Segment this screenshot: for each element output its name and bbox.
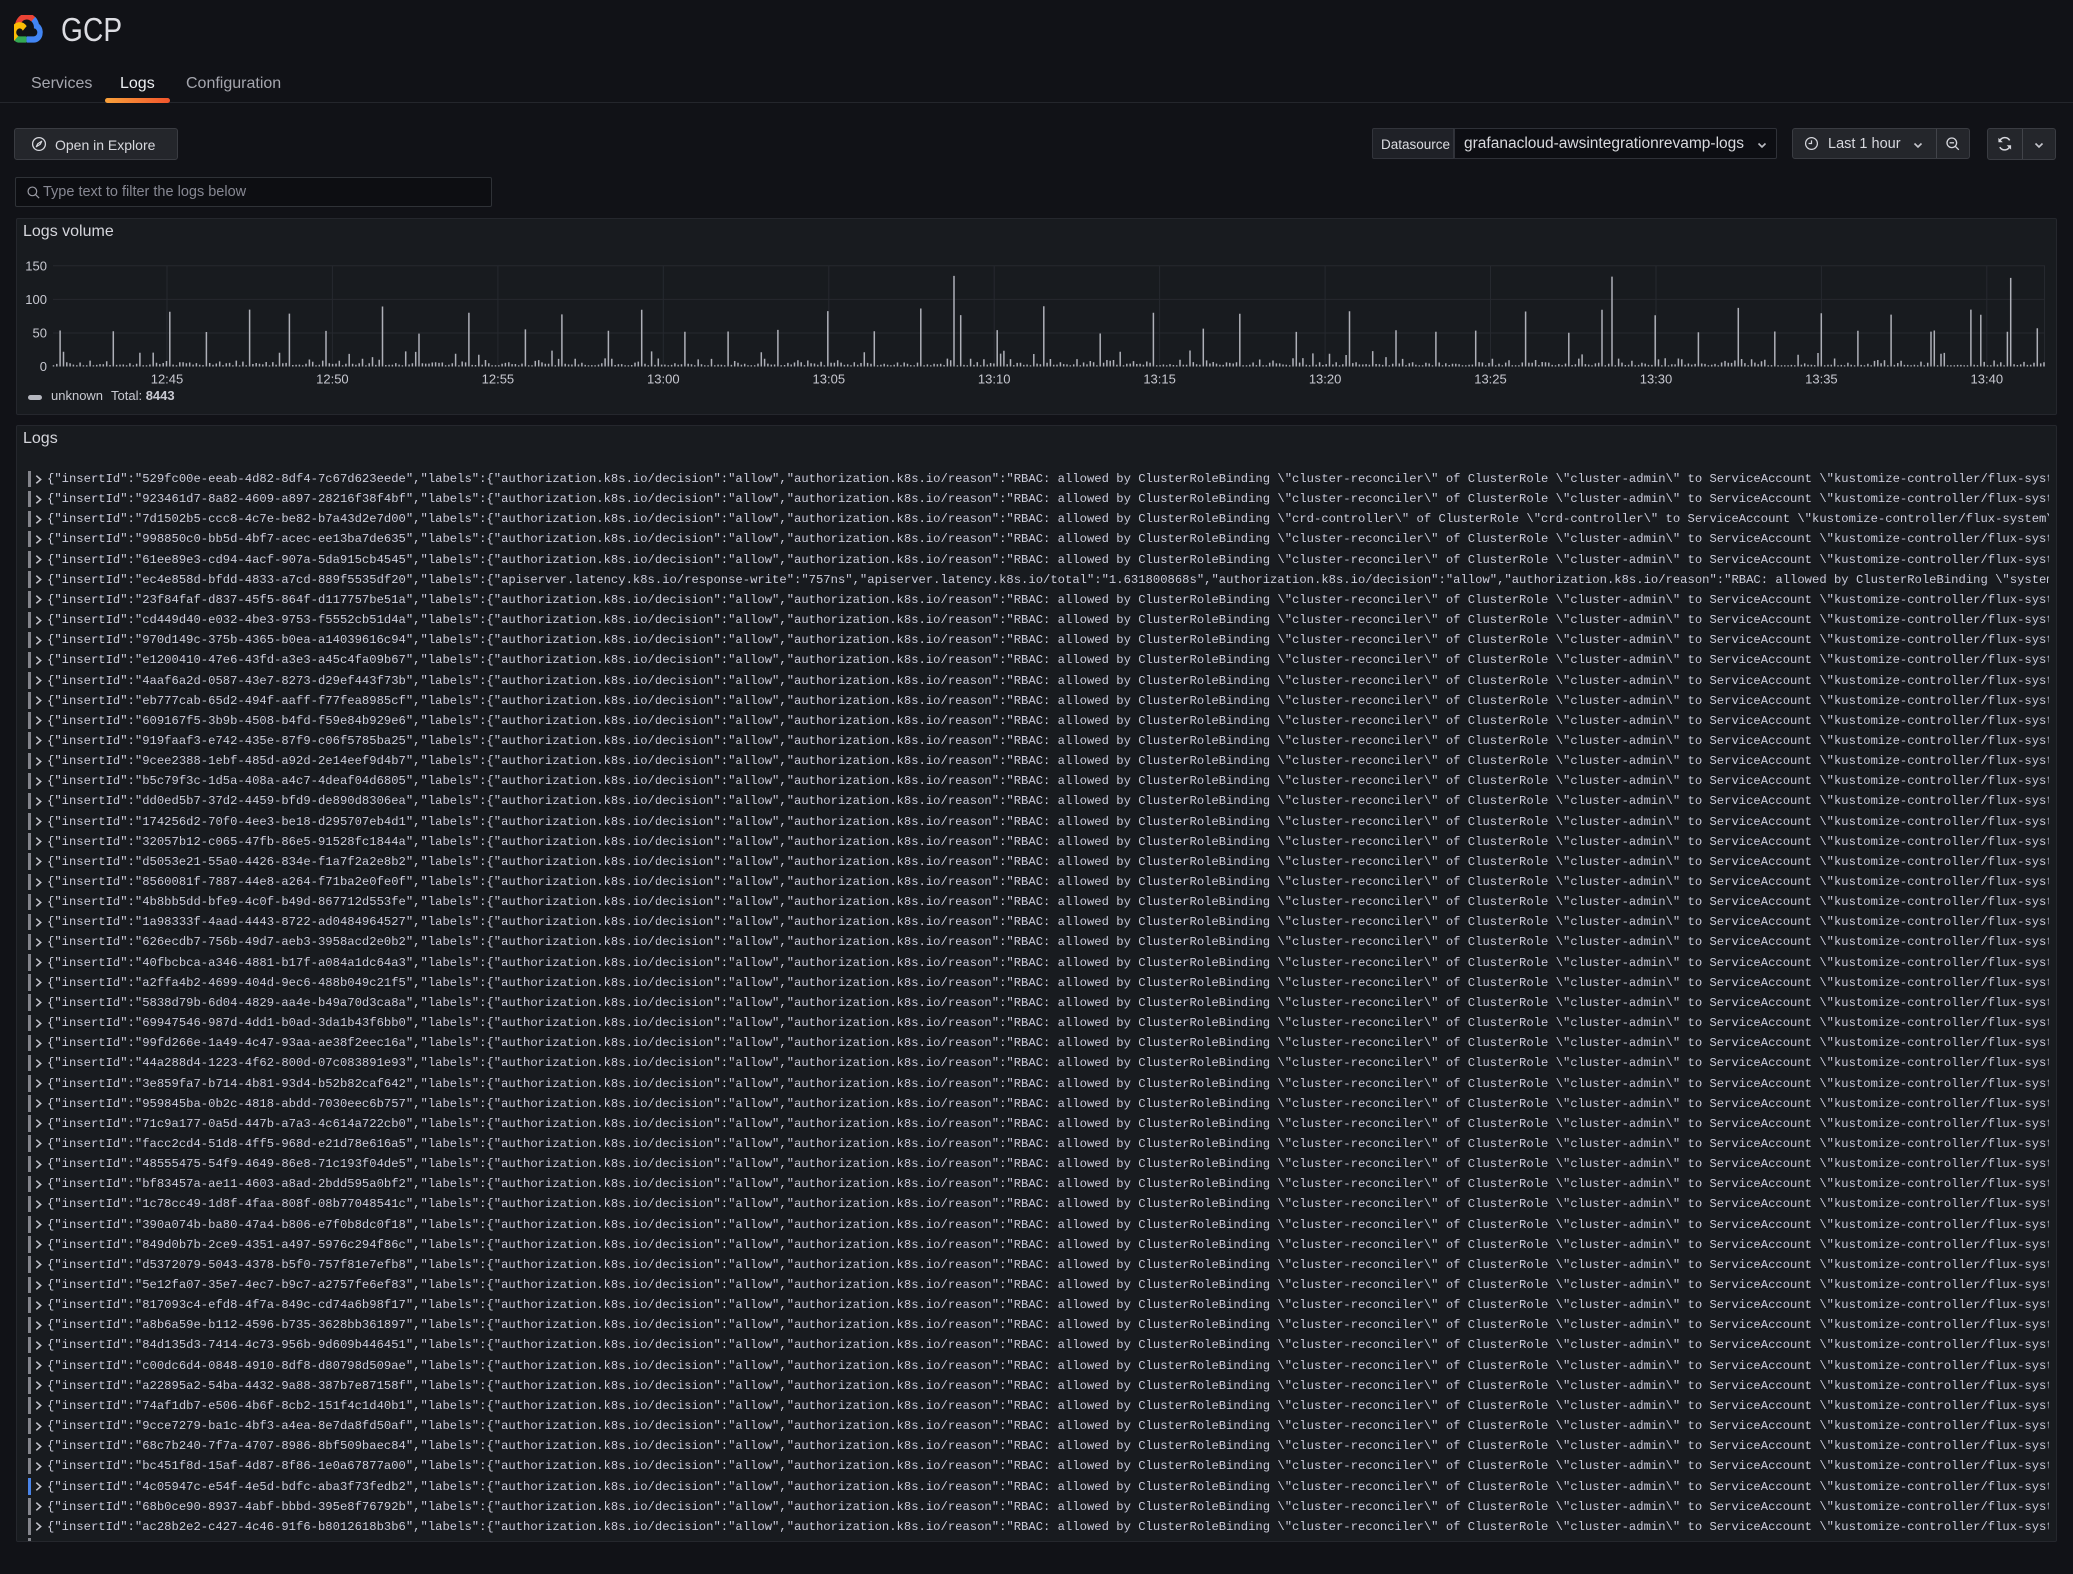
svg-text:13:20: 13:20 — [1309, 372, 1342, 387]
svg-text:13:10: 13:10 — [978, 372, 1011, 387]
svg-text:13:25: 13:25 — [1474, 372, 1507, 387]
svg-text:13:15: 13:15 — [1143, 372, 1176, 387]
svg-text:13:40: 13:40 — [1971, 372, 2004, 387]
svg-text:0: 0 — [40, 359, 47, 374]
svg-text:50: 50 — [33, 326, 47, 341]
svg-text:12:50: 12:50 — [316, 372, 349, 387]
svg-text:12:55: 12:55 — [482, 372, 515, 387]
svg-text:150: 150 — [25, 258, 47, 273]
svg-text:12:45: 12:45 — [151, 372, 184, 387]
svg-text:13:30: 13:30 — [1640, 372, 1673, 387]
svg-text:13:05: 13:05 — [813, 372, 846, 387]
svg-text:13:00: 13:00 — [647, 372, 680, 387]
svg-text:100: 100 — [25, 292, 47, 307]
svg-text:13:35: 13:35 — [1805, 372, 1838, 387]
